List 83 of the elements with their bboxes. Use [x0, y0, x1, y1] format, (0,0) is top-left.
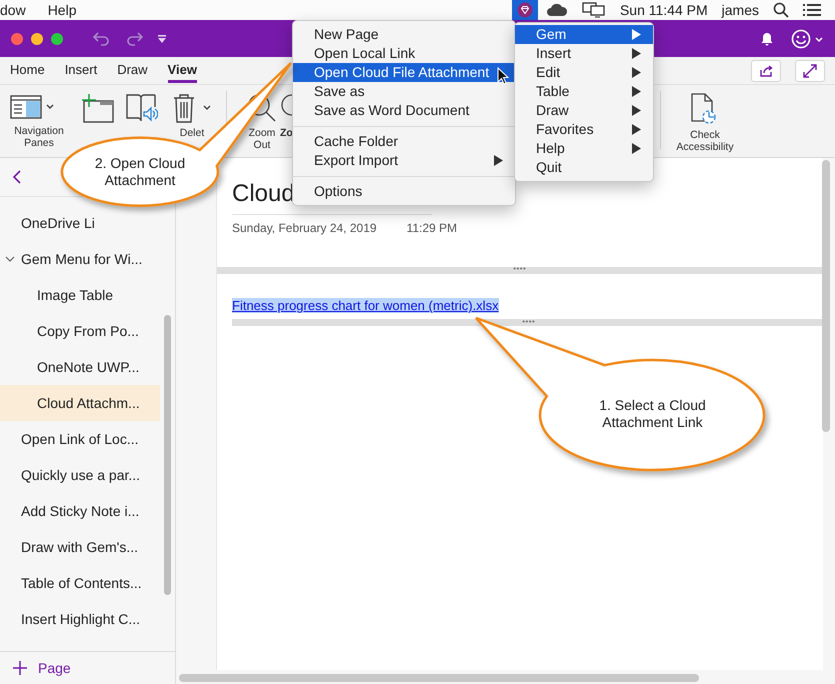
callout-text: 1. Select a Cloud Attachment Link — [598, 397, 707, 431]
list-icon[interactable] — [803, 3, 821, 17]
ribbon-tab[interactable]: Insert — [64, 58, 98, 83]
tool-label[interactable]: Zo — [280, 127, 293, 139]
page-item[interactable]: Gem Menu for Wi... — [0, 241, 160, 277]
page-item[interactable]: OneDrive Li — [0, 205, 160, 241]
smiley-icon[interactable] — [791, 28, 825, 48]
menu-item[interactable]: Quit — [515, 158, 653, 177]
page-item[interactable]: Table of Contents... — [0, 565, 160, 601]
submenu-arrow-icon — [632, 124, 641, 135]
search-icon[interactable] — [773, 2, 789, 18]
ribbon-tab[interactable]: Home — [10, 58, 45, 83]
undo-icon[interactable] — [93, 32, 111, 46]
redo-icon[interactable] — [125, 32, 143, 46]
close-button[interactable] — [11, 32, 23, 44]
submenu-arrow-icon — [632, 48, 641, 59]
page-item[interactable]: Insert Highlight C... — [0, 601, 160, 637]
menu-item[interactable]: Edit — [515, 63, 653, 82]
callout-text: 2. Open Cloud Attachment — [94, 155, 186, 189]
menu-item[interactable]: Export Import — [293, 151, 515, 170]
menu-item[interactable]: Table — [515, 82, 653, 101]
page-time: 11:29 PM — [406, 221, 458, 235]
page-item[interactable]: Copy From Po... — [0, 313, 160, 349]
immersive-reader-icon[interactable] — [126, 93, 158, 123]
page-item[interactable]: Draw with Gem's... — [0, 529, 160, 565]
page-date: Sunday, February 24, 2019 — [232, 221, 377, 235]
user-name[interactable]: james — [722, 2, 759, 18]
menu-item[interactable]: Open Cloud File Attachment — [293, 63, 515, 82]
file-link[interactable]: Fitness progress chart for women (metric).xlsx — [232, 298, 499, 313]
tool-label[interactable]: Delet — [180, 127, 204, 139]
submenu-arrow-icon — [632, 143, 641, 154]
menu-item[interactable]: Cache Folder — [293, 132, 515, 151]
submenu-arrow-icon — [632, 105, 641, 116]
menu-bar-item[interactable]: Help — [48, 2, 76, 18]
menu-item[interactable]: New Page — [293, 25, 515, 44]
share-button[interactable] — [751, 60, 781, 82]
page-item[interactable]: Cloud Attachm... — [0, 385, 160, 421]
gem-menu-icon[interactable] — [512, 0, 538, 20]
customize-icon[interactable] — [157, 34, 167, 44]
back-icon[interactable] — [12, 170, 22, 184]
minimize-button[interactable] — [31, 32, 43, 44]
share-icon[interactable] — [759, 64, 773, 78]
tool-label[interactable]: Zoom Out — [247, 127, 277, 151]
cloud-icon[interactable] — [546, 3, 568, 17]
page-item[interactable]: Open Link of Loc... — [0, 421, 160, 457]
displays-icon[interactable] — [582, 2, 606, 18]
tool-label[interactable]: Check Accessibility — [669, 129, 741, 153]
new-section-icon[interactable] — [80, 93, 114, 123]
clock-text[interactable]: Sun 11:44 PM — [620, 2, 708, 18]
submenu-arrow-icon — [632, 29, 641, 40]
menu-item[interactable]: Open Local Link — [293, 44, 515, 63]
expand-icon[interactable] — [802, 62, 818, 78]
menu-item[interactable]: Draw — [515, 101, 653, 120]
menu-item[interactable]: Options — [293, 182, 515, 201]
scrollbar-thumb[interactable] — [822, 160, 830, 432]
page-item[interactable]: Quickly use a par... — [0, 457, 160, 493]
mouse-pointer-icon — [497, 67, 509, 85]
menu-item[interactable]: Save as Word Document — [293, 101, 515, 120]
add-page-button[interactable]: Page — [38, 660, 71, 676]
tool-label[interactable]: Navigation Panes — [10, 125, 68, 149]
handle-icon[interactable] — [522, 320, 535, 323]
navigation-panes-icon[interactable] — [10, 93, 56, 121]
scrollbar-thumb[interactable] — [179, 674, 699, 682]
page-item[interactable]: Image Table — [0, 277, 160, 313]
submenu-arrow-icon — [632, 86, 641, 97]
menu-item[interactable]: Help — [515, 139, 653, 158]
bell-icon[interactable] — [761, 32, 773, 46]
menu-item[interactable]: Save as — [293, 82, 515, 101]
chevron-icon[interactable] — [5, 255, 15, 263]
page-item[interactable]: Add Sticky Note i... — [0, 493, 160, 529]
menu-item[interactable]: Favorites — [515, 120, 653, 139]
zoom-button[interactable] — [51, 32, 63, 44]
menu-item[interactable]: Gem — [515, 25, 653, 44]
page-item[interactable]: OneNote UWP... — [0, 349, 160, 385]
plus-icon[interactable] — [12, 660, 28, 676]
menu-bar-item[interactable]: dow — [0, 2, 26, 18]
expand-button[interactable] — [795, 60, 825, 82]
menu-item[interactable]: Insert — [515, 44, 653, 63]
submenu-arrow-icon — [632, 67, 641, 78]
submenu-arrow-icon — [494, 155, 503, 166]
ribbon-tab[interactable]: Draw — [117, 58, 148, 83]
handle-icon[interactable] — [513, 267, 526, 270]
scrollbar-thumb[interactable] — [164, 315, 171, 595]
